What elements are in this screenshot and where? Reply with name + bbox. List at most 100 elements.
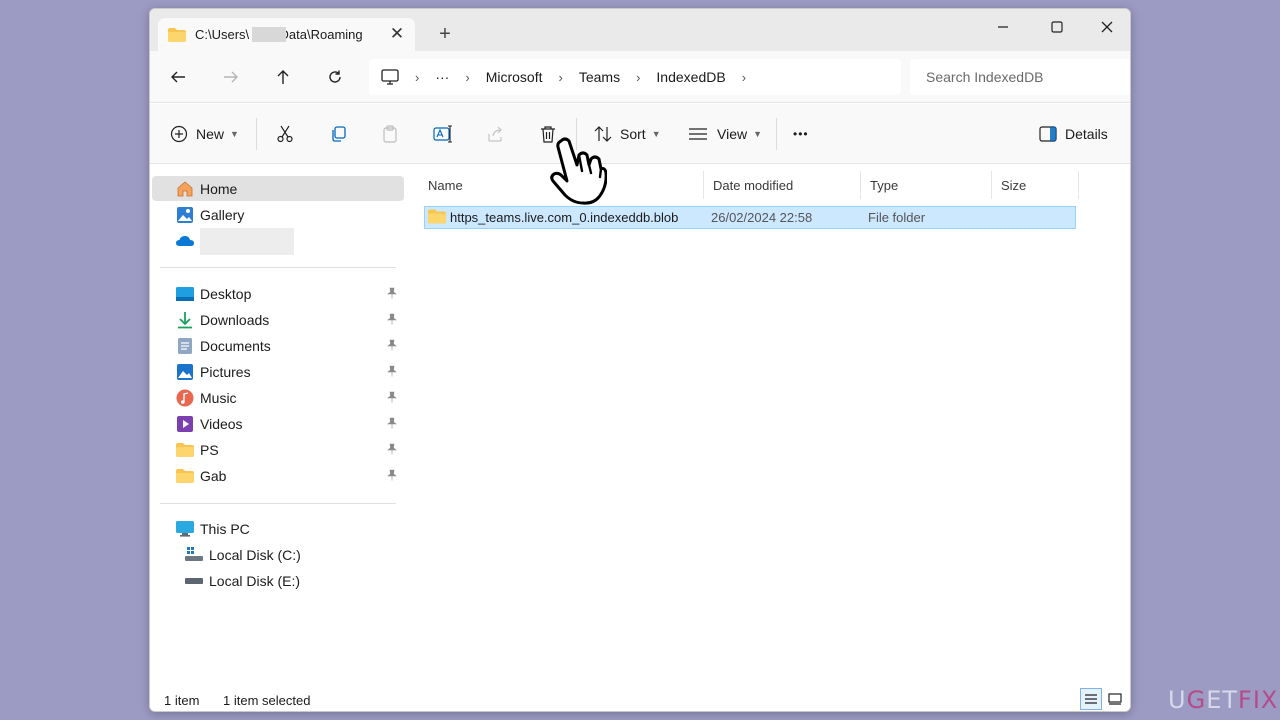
up-button[interactable] [270,64,296,90]
pictures-icon [176,363,194,381]
file-list: Name Date modified Type Size https_teams… [408,165,1130,685]
details-label: Details [1065,126,1108,142]
sidebar-item-home[interactable]: Home [152,176,404,201]
sidebar-item-gallery[interactable]: Gallery [152,202,404,227]
onedrive-icon [176,232,194,250]
refresh-button[interactable] [322,64,348,90]
table-row[interactable]: https_teams.live.com_0.indexeddb.blob 26… [424,206,1076,229]
pin-icon[interactable] [386,339,398,351]
sidebar-item-label: Downloads [200,311,270,328]
more-options-button[interactable]: ••• [793,118,809,150]
new-tab-button[interactable]: + [434,23,456,45]
sidebar-item-this-pc[interactable]: This PC [152,516,404,541]
sidebar-item-ps[interactable]: PS [152,437,404,462]
sidebar-item-gab[interactable]: Gab [152,463,404,488]
paste-button[interactable] [381,118,399,150]
sidebar-item-local-disk-e[interactable]: Local Disk (E:) [152,568,404,593]
pin-icon[interactable] [386,313,398,325]
chevron-down-icon: ▼ [230,129,239,139]
search-placeholder: Search IndexedDB [926,69,1044,85]
chevron-right-icon[interactable]: › [465,70,469,85]
breadcrumb-indexeddb[interactable]: IndexedDB [656,69,725,85]
cut-button[interactable] [276,118,294,150]
divider [160,503,396,504]
sidebar-item-documents[interactable]: Documents [152,333,404,358]
sidebar-item-label: Videos [200,415,243,432]
file-name: https_teams.live.com_0.indexeddb.blob [450,210,679,225]
maximize-button[interactable] [1034,13,1080,41]
breadcrumb-microsoft[interactable]: Microsoft [486,69,543,85]
back-button[interactable] [165,64,191,90]
tiles-view-toggle[interactable] [1104,688,1126,710]
rename-button[interactable] [433,118,453,150]
rename-icon [433,125,452,143]
view-button[interactable]: View ▼ [689,118,762,150]
item-count: 1 item [164,693,200,708]
pin-icon[interactable] [386,287,398,299]
separator [256,118,257,150]
forward-button[interactable] [218,64,244,90]
folder-icon [176,467,194,485]
plus-icon: + [439,23,451,45]
sidebar-item-music[interactable]: Music [152,385,404,410]
monitor-icon[interactable] [381,69,399,85]
clipboard-icon [383,125,397,143]
file-type: File folder [868,210,926,225]
chevron-right-icon[interactable]: › [742,70,746,85]
sort-label: Sort [620,126,646,142]
arrow-right-icon [224,71,238,83]
close-tab-button[interactable]: ✕ [387,24,407,44]
active-tab[interactable]: C:\Users\ \AppData\Roaming ✕ [158,18,415,51]
sidebar-item-downloads[interactable]: Downloads [152,307,404,332]
sidebar-item-label: Local Disk (E:) [209,572,301,589]
sidebar-item-pictures[interactable]: Pictures [152,359,404,384]
breadcrumb[interactable]: › ··· › Microsoft › Teams › IndexedDB › [369,59,901,95]
sidebar-item-label: PS [200,441,219,458]
copy-button[interactable] [329,118,347,150]
downloads-icon [176,311,194,329]
folder-icon [176,441,194,459]
column-header-size[interactable]: Size [991,171,1079,199]
folder-icon [428,209,446,227]
details-button[interactable]: Details [1039,118,1108,150]
sidebar-item-label: Gallery [200,206,245,223]
chevron-down-icon: ▼ [651,129,661,139]
breadcrumb-more[interactable]: ··· [435,69,449,85]
pin-icon[interactable] [386,417,398,429]
sidebar-item-videos[interactable]: Videos [152,411,404,436]
pin-icon[interactable] [386,443,398,455]
breadcrumb-teams[interactable]: Teams [579,69,620,85]
pin-icon[interactable] [386,391,398,403]
pin-icon[interactable] [386,365,398,377]
drive-c-icon [185,546,203,564]
column-header-date-modified[interactable]: Date modified [703,171,861,199]
minimize-icon [998,26,1008,28]
search-input[interactable]: Search IndexedDB [910,59,1130,95]
details-view-toggle[interactable] [1080,688,1102,710]
sidebar-item-onedrive[interactable] [152,228,404,255]
column-header-type[interactable]: Type [860,171,992,199]
this-pc-icon [176,520,194,538]
hand-pointer-cursor-icon [550,137,607,205]
sidebar-item-desktop[interactable]: Desktop [152,281,404,306]
chevron-right-icon[interactable]: › [636,70,640,85]
desktop-icon [176,285,194,303]
folder-icon [168,27,186,42]
column-label: Size [1001,177,1027,193]
sidebar-item-local-disk-c[interactable]: Local Disk (C:) [152,542,404,567]
arrow-left-icon [171,71,185,83]
column-label: Date modified [713,177,794,193]
music-icon [176,389,194,407]
new-button[interactable]: New ▼ [170,118,239,150]
tab-title: C:\Users\ \AppData\Roaming [195,27,385,42]
plus-circle-icon [170,125,188,143]
chevron-right-icon[interactable]: › [415,70,419,85]
pin-icon[interactable] [386,469,398,481]
close-window-button[interactable] [1084,13,1130,41]
chevron-right-icon[interactable]: › [558,70,562,85]
share-button[interactable] [486,118,504,150]
refresh-icon [329,70,341,83]
tiles-view-icon [1108,693,1122,705]
file-explorer-window: C:\Users\ \AppData\Roaming ✕ + › ··· › M… [149,8,1131,712]
minimize-button[interactable] [980,13,1026,41]
